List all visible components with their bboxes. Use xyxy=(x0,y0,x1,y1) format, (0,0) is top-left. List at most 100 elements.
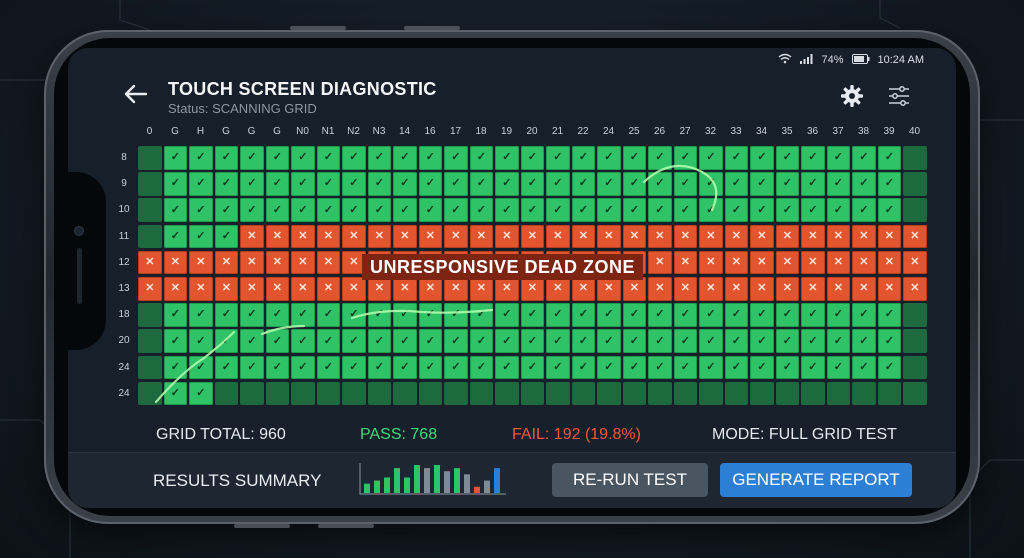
grid-cell-pass[interactable]: ✓ xyxy=(724,303,749,327)
grid-cell-pass[interactable]: ✓ xyxy=(418,329,443,353)
grid-cell-pass[interactable]: ✓ xyxy=(724,198,749,222)
grid-cell-pass[interactable]: ✓ xyxy=(367,172,392,196)
grid-cell-pass[interactable]: ✓ xyxy=(342,172,366,196)
grid-cell-fail[interactable]: ✕ xyxy=(699,250,723,275)
grid-cell-pass[interactable]: ✓ xyxy=(393,172,417,196)
grid-cell-pass[interactable]: ✓ xyxy=(163,198,188,222)
grid-cell-pass[interactable]: ✓ xyxy=(291,329,315,353)
grid-cell-idle[interactable] xyxy=(826,381,851,406)
grid-cell-pass[interactable]: ✓ xyxy=(444,198,468,222)
grid-cell-pass[interactable]: ✓ xyxy=(775,172,800,196)
grid-cell-fail[interactable]: ✕ xyxy=(903,277,927,301)
grid-cell-fail[interactable]: ✕ xyxy=(826,250,851,275)
grid-cell-fail[interactable]: ✕ xyxy=(291,277,315,301)
filter-sliders-icon[interactable] xyxy=(888,85,910,112)
grid-cell-pass[interactable]: ✓ xyxy=(877,198,902,222)
grid-cell-idle[interactable] xyxy=(699,381,723,406)
grid-cell-fail[interactable]: ✕ xyxy=(724,277,749,301)
grid-cell-pass[interactable]: ✓ xyxy=(724,146,749,170)
grid-cell-idle[interactable] xyxy=(342,381,366,406)
grid-cell-pass[interactable]: ✓ xyxy=(418,198,443,222)
grid-cell-idle[interactable] xyxy=(138,355,162,380)
grid-cell-pass[interactable]: ✓ xyxy=(163,329,188,353)
grid-cell-idle[interactable] xyxy=(444,381,468,406)
grid-cell-pass[interactable]: ✓ xyxy=(877,303,902,327)
back-arrow-icon[interactable] xyxy=(124,84,148,108)
grid-cell-pass[interactable]: ✓ xyxy=(622,303,647,327)
grid-cell-fail[interactable]: ✕ xyxy=(546,277,570,301)
grid-cell-fail[interactable]: ✕ xyxy=(750,224,774,249)
grid-cell-fail[interactable]: ✕ xyxy=(393,224,417,249)
grid-cell-idle[interactable] xyxy=(495,381,519,406)
grid-cell-pass[interactable]: ✓ xyxy=(495,355,519,380)
gear-icon[interactable] xyxy=(840,84,864,113)
grid-cell-pass[interactable]: ✓ xyxy=(240,329,264,353)
grid-cell-fail[interactable]: ✕ xyxy=(520,224,545,249)
grid-cell-pass[interactable]: ✓ xyxy=(495,198,519,222)
grid-cell-pass[interactable]: ✓ xyxy=(291,303,315,327)
grid-cell-fail[interactable]: ✕ xyxy=(291,250,315,275)
grid-cell-pass[interactable]: ✓ xyxy=(673,172,698,196)
grid-cell-fail[interactable]: ✕ xyxy=(852,277,876,301)
grid-cell-pass[interactable]: ✓ xyxy=(214,172,239,196)
grid-cell-pass[interactable]: ✓ xyxy=(163,224,188,249)
grid-cell-pass[interactable]: ✓ xyxy=(597,198,621,222)
grid-cell-idle[interactable] xyxy=(750,381,774,406)
grid-cell-pass[interactable]: ✓ xyxy=(571,172,596,196)
grid-cell-pass[interactable]: ✓ xyxy=(724,329,749,353)
grid-cell-fail[interactable]: ✕ xyxy=(265,277,290,301)
grid-cell-fail[interactable]: ✕ xyxy=(852,224,876,249)
grid-cell-pass[interactable]: ✓ xyxy=(648,329,672,353)
grid-cell-fail[interactable]: ✕ xyxy=(214,250,239,275)
grid-cell-fail[interactable]: ✕ xyxy=(418,224,443,249)
grid-cell-idle[interactable] xyxy=(673,381,698,406)
grid-cell-pass[interactable]: ✓ xyxy=(852,146,876,170)
grid-cell-pass[interactable]: ✓ xyxy=(240,355,264,380)
grid-cell-fail[interactable]: ✕ xyxy=(316,224,341,249)
grid-cell-idle[interactable] xyxy=(418,381,443,406)
grid-cell-pass[interactable]: ✓ xyxy=(775,329,800,353)
grid-cell-idle[interactable] xyxy=(214,381,239,406)
grid-cell-pass[interactable]: ✓ xyxy=(648,303,672,327)
grid-cell-pass[interactable]: ✓ xyxy=(214,146,239,170)
generate-report-button[interactable]: GENERATE REPORT xyxy=(720,463,912,497)
grid-cell-pass[interactable]: ✓ xyxy=(265,355,290,380)
grid-cell-pass[interactable]: ✓ xyxy=(775,146,800,170)
grid-cell-fail[interactable]: ✕ xyxy=(214,277,239,301)
grid-cell-idle[interactable] xyxy=(571,381,596,406)
grid-cell-pass[interactable]: ✓ xyxy=(673,303,698,327)
grid-cell-pass[interactable]: ✓ xyxy=(877,329,902,353)
grid-cell-pass[interactable]: ✓ xyxy=(469,146,494,170)
grid-cell-fail[interactable]: ✕ xyxy=(240,250,264,275)
grid-cell-pass[interactable]: ✓ xyxy=(163,172,188,196)
grid-cell-idle[interactable] xyxy=(903,146,927,170)
grid-cell-idle[interactable] xyxy=(520,381,545,406)
grid-cell-pass[interactable]: ✓ xyxy=(750,303,774,327)
grid-cell-pass[interactable]: ✓ xyxy=(214,198,239,222)
grid-cell-fail[interactable]: ✕ xyxy=(877,224,902,249)
grid-cell-pass[interactable]: ✓ xyxy=(852,172,876,196)
grid-cell-pass[interactable]: ✓ xyxy=(469,198,494,222)
grid-cell-idle[interactable] xyxy=(138,224,162,249)
grid-cell-fail[interactable]: ✕ xyxy=(903,250,927,275)
grid-cell-pass[interactable]: ✓ xyxy=(673,355,698,380)
grid-cell-fail[interactable]: ✕ xyxy=(495,277,519,301)
grid-cell-fail[interactable]: ✕ xyxy=(316,250,341,275)
grid-cell-idle[interactable] xyxy=(903,303,927,327)
grid-cell-pass[interactable]: ✓ xyxy=(622,146,647,170)
grid-cell-fail[interactable]: ✕ xyxy=(877,277,902,301)
grid-cell-pass[interactable]: ✓ xyxy=(189,198,213,222)
grid-cell-fail[interactable]: ✕ xyxy=(571,224,596,249)
grid-cell-fail[interactable]: ✕ xyxy=(138,277,162,301)
grid-cell-pass[interactable]: ✓ xyxy=(597,329,621,353)
grid-cell-fail[interactable]: ✕ xyxy=(138,250,162,275)
grid-cell-pass[interactable]: ✓ xyxy=(852,329,876,353)
grid-cell-fail[interactable]: ✕ xyxy=(877,250,902,275)
grid-cell-pass[interactable]: ✓ xyxy=(444,146,468,170)
grid-cell-pass[interactable]: ✓ xyxy=(699,355,723,380)
grid-cell-pass[interactable]: ✓ xyxy=(775,198,800,222)
grid-cell-idle[interactable] xyxy=(138,198,162,222)
grid-cell-idle[interactable] xyxy=(724,381,749,406)
grid-cell-idle[interactable] xyxy=(393,381,417,406)
grid-cell-pass[interactable]: ✓ xyxy=(342,146,366,170)
